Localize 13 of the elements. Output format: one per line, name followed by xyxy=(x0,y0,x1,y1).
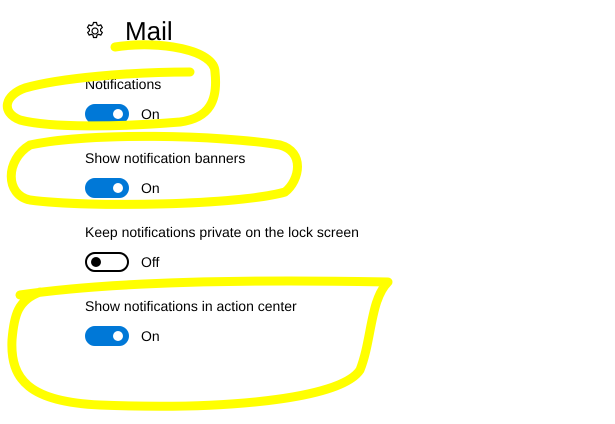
toggle-state: On xyxy=(141,180,160,196)
setting-label: Notifications xyxy=(85,76,162,94)
setting-label: Show notifications in action center xyxy=(85,298,298,316)
toggle-state: On xyxy=(141,106,160,122)
settings-icon xyxy=(85,21,105,41)
setting-label: Show notification banners xyxy=(85,150,246,168)
page-title: Mail xyxy=(125,16,173,46)
toggle-switch[interactable] xyxy=(85,178,129,198)
toggle-state: On xyxy=(141,328,160,344)
toggle-state: Off xyxy=(141,254,160,270)
toggle-switch[interactable] xyxy=(85,326,129,346)
toggle-switch[interactable] xyxy=(85,252,129,272)
setting-label: Keep notifications private on the lock screen xyxy=(85,224,360,242)
